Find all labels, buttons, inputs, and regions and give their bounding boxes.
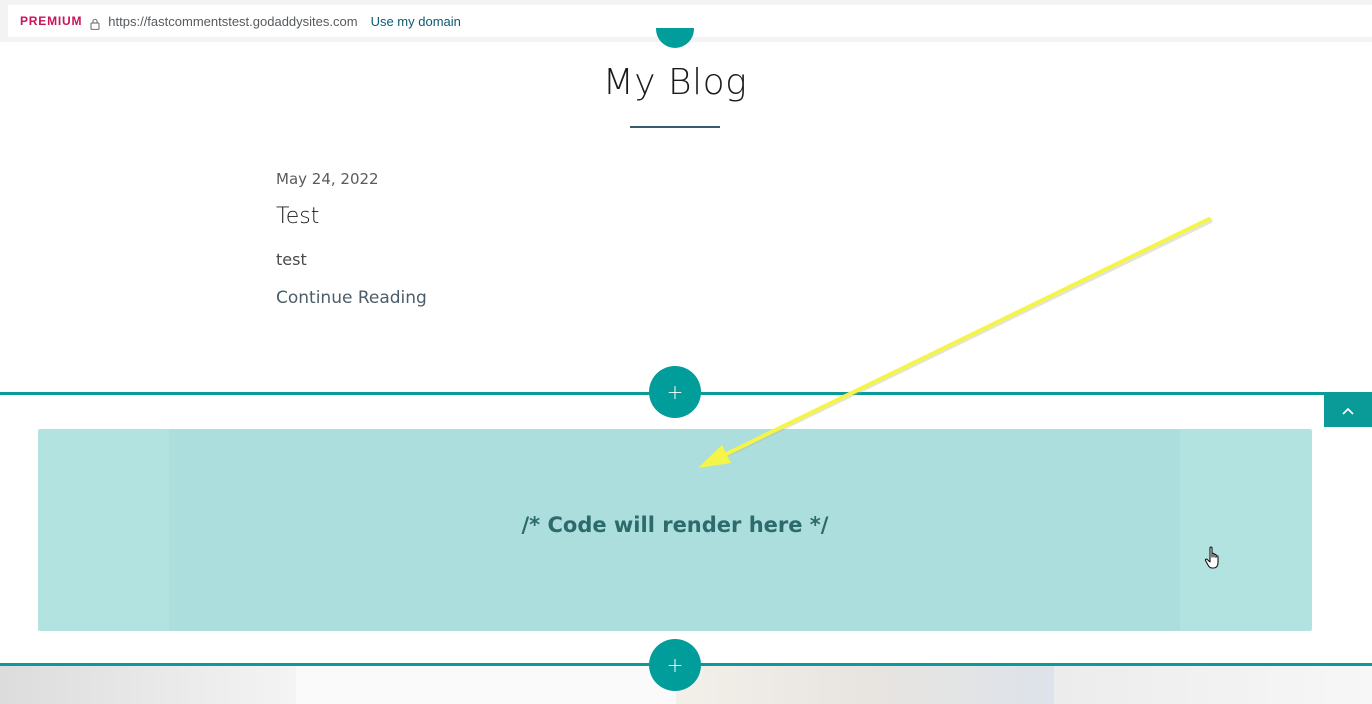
lock-icon [90,15,100,31]
gallery-image [1054,666,1372,704]
use-my-domain-link[interactable]: Use my domain [371,14,461,29]
gallery-image [676,666,1054,704]
hand-pointer-icon [1204,546,1224,572]
code-placeholder-text: /* Code will render here */ [521,513,829,537]
continue-reading-link[interactable]: Continue Reading [276,288,427,308]
site-url: https://fastcommentstest.godaddysites.co… [108,13,358,29]
post-excerpt: test [276,250,307,269]
premium-badge: PREMIUM [20,14,83,28]
post-title[interactable]: Test [276,204,319,229]
scroll-top-button[interactable] [1324,393,1372,427]
html-code-block[interactable]: /* Code will render here */ [38,429,1312,631]
gallery-image [0,666,296,704]
chevron-up-icon [1341,401,1355,420]
add-section-button[interactable]: + [649,639,701,691]
title-underline [630,126,720,128]
gallery-image [296,666,676,704]
post-date: May 24, 2022 [276,170,379,188]
page-title: My Blog [602,62,748,103]
add-section-button[interactable]: + [649,366,701,418]
add-section-button-partial[interactable] [656,28,694,48]
